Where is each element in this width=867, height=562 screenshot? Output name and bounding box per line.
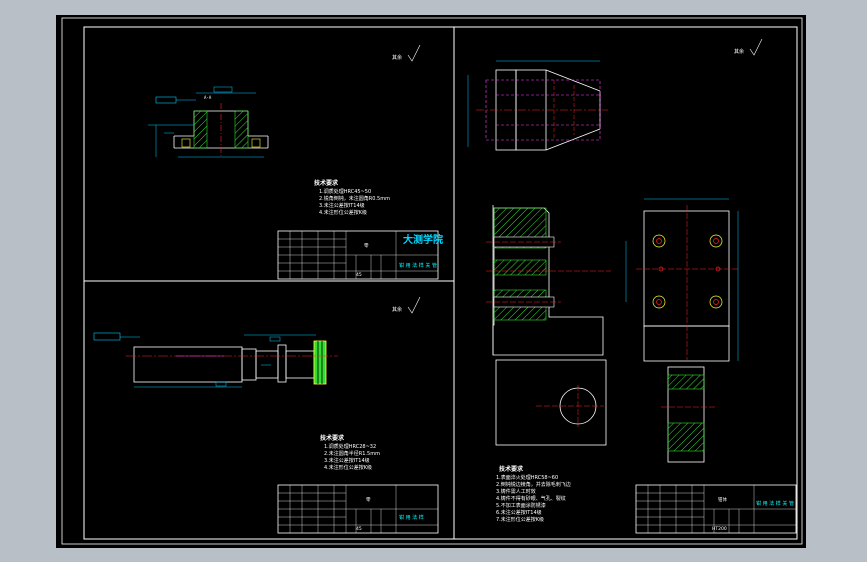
svg-text:技术要求: 技术要求 xyxy=(499,465,524,473)
svg-text:3.未注公差按IT14级: 3.未注公差按IT14级 xyxy=(324,457,370,464)
svg-text:4.未注形位公差按K级: 4.未注形位公差按K级 xyxy=(324,464,372,471)
cad-drawing: A-A 其余 其余 其余 技术要求 1.调质处理HRC45~50 2.锐角倒钝，… xyxy=(61,17,803,545)
svg-text:5.不加工表面涂防锈漆: 5.不加工表面涂防锈漆 xyxy=(496,502,546,509)
svg-text:3.未注公差按IT14级: 3.未注公差按IT14级 xyxy=(319,202,365,209)
vise-body-side-view xyxy=(625,198,740,463)
svg-text:1.调质处理HRC45~50: 1.调质处理HRC45~50 xyxy=(319,188,371,195)
tapered-block-drawing xyxy=(467,60,608,151)
svg-text:6.未注公差按IT14级: 6.未注公差按IT14级 xyxy=(496,509,542,516)
svg-text:A-A: A-A xyxy=(204,95,212,100)
shaft-drawing xyxy=(93,332,338,388)
svg-text:2.锐角倒钝，未注圆角R0.5mm: 2.锐角倒钝，未注圆角R0.5mm xyxy=(319,195,390,202)
svg-text:技术要求: 技术要求 xyxy=(320,434,345,442)
vise-body-section xyxy=(486,205,611,446)
svg-text:钳 用 法 样 关 管: 钳 用 法 样 关 管 xyxy=(399,262,437,269)
svg-text:其余: 其余 xyxy=(734,48,744,55)
svg-text:其余: 其余 xyxy=(392,54,402,61)
svg-text:钳 用 法 样: 钳 用 法 样 xyxy=(399,514,424,521)
svg-text:4.铸件不得有砂眼、气孔、裂纹: 4.铸件不得有砂眼、气孔、裂纹 xyxy=(496,495,566,502)
roughness-mark-top-right: 其余 xyxy=(734,38,763,56)
svg-text:4.未注形位公差按K级: 4.未注形位公差按K级 xyxy=(319,209,367,216)
title-block-2: 零 钳 用 法 样 45 xyxy=(277,484,439,534)
svg-text:零: 零 xyxy=(366,497,371,503)
svg-text:技术要求: 技术要求 xyxy=(314,179,339,187)
roughness-mark-middle-left: 其余 xyxy=(392,296,421,314)
svg-text:钳 用 法 样 关 管: 钳 用 法 样 关 管 xyxy=(756,500,794,507)
svg-text:3.铸件需人工时效: 3.铸件需人工时效 xyxy=(496,488,536,495)
svg-text:1.调质处理HRC28~32: 1.调质处理HRC28~32 xyxy=(324,443,376,450)
svg-text:HT200: HT200 xyxy=(712,526,727,532)
svg-text:45: 45 xyxy=(356,272,362,278)
drawing-sheet: A-A 其余 其余 其余 技术要求 1.调质处理HRC45~50 2.锐角倒钝，… xyxy=(56,15,806,548)
svg-text:45: 45 xyxy=(356,526,362,532)
flange-sleeve-drawing: A-A xyxy=(148,86,269,158)
svg-text:7.未注形位公差按K级: 7.未注形位公差按K级 xyxy=(496,516,544,523)
technical-notes-3: 技术要求 1.表面淬火处理HRC58~60 2.倒钝锐边棱角，并去除毛刺飞边 3… xyxy=(496,465,571,523)
svg-text:钳体: 钳体 xyxy=(718,496,727,503)
svg-text:大测学院: 大测学院 xyxy=(403,233,443,246)
svg-text:其余: 其余 xyxy=(392,306,402,313)
title-block-3: 钳体 钳 用 法 样 关 管 HT200 xyxy=(635,484,797,534)
svg-text:2.倒钝锐边棱角，并去除毛刺飞边: 2.倒钝锐边棱角，并去除毛刺飞边 xyxy=(496,481,571,488)
svg-text:2.未注圆角半径R1.5mm: 2.未注圆角半径R1.5mm xyxy=(324,450,380,457)
technical-notes-2: 技术要求 1.调质处理HRC28~32 2.未注圆角半径R1.5mm 3.未注公… xyxy=(320,434,380,471)
title-block-1: 零 大测学院 钳 用 法 样 关 管 45 xyxy=(277,230,443,280)
svg-text:1.表面淬火处理HRC58~60: 1.表面淬火处理HRC58~60 xyxy=(496,474,558,481)
roughness-mark-top-left: 其余 xyxy=(392,44,421,62)
svg-text:零: 零 xyxy=(364,243,369,249)
technical-notes-1: 技术要求 1.调质处理HRC45~50 2.锐角倒钝，未注圆角R0.5mm 3.… xyxy=(314,179,390,216)
